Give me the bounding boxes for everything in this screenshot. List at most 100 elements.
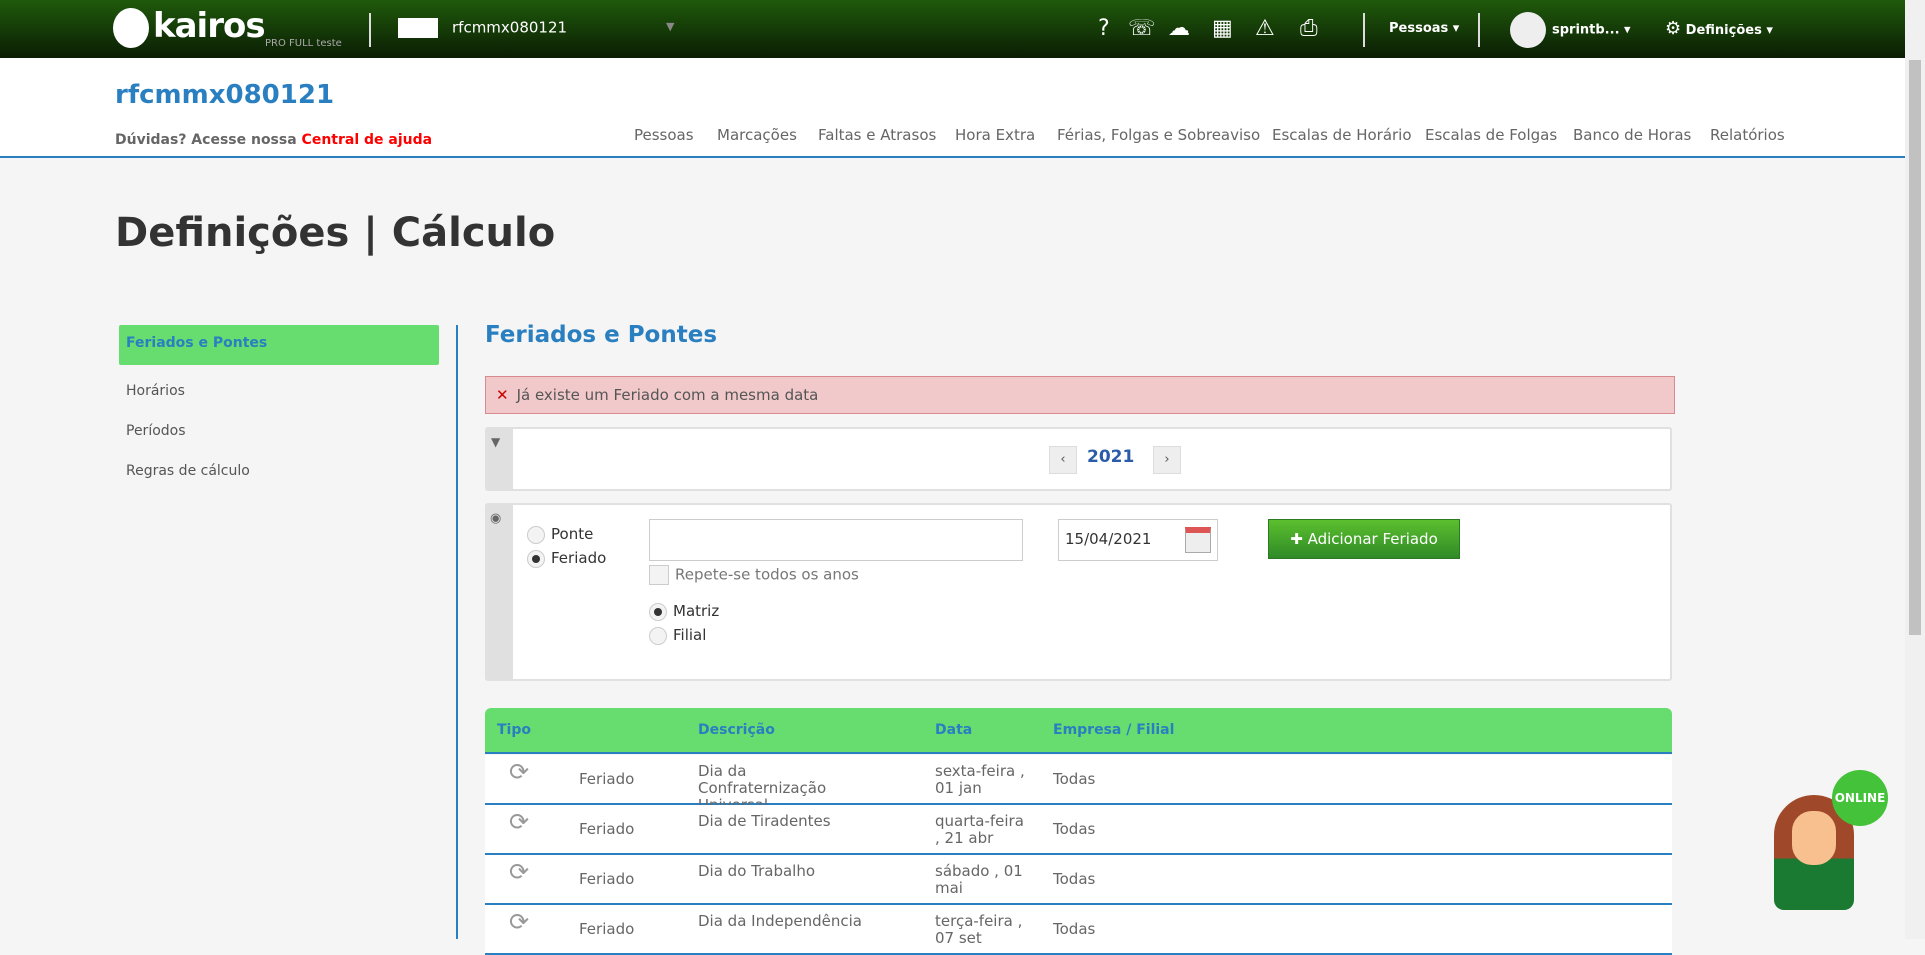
filial-label: Filial: [673, 626, 707, 644]
checkbox[interactable]: [649, 565, 669, 585]
nav-marcacoes[interactable]: Marcações: [717, 126, 797, 144]
radio-ponte-circle[interactable]: [527, 525, 545, 544]
repeat-icon: ⟳: [509, 808, 530, 836]
row-data: terça-feira , 07 set: [935, 912, 1023, 947]
kairos-logo[interactable]: kairos: [113, 6, 266, 48]
date-input[interactable]: 15/04/2021: [1058, 519, 1218, 561]
inbox-icon[interactable]: ⎙: [1300, 17, 1318, 41]
logo-text: kairos: [153, 6, 266, 46]
radio-filial[interactable]: Filial: [649, 626, 706, 645]
error-alert: ✕ Já existe um Feriado com a mesma data: [485, 376, 1675, 414]
table-row[interactable]: ⟳ Feriado Dia da Independência terça-fei…: [485, 905, 1672, 955]
add-holiday-button[interactable]: ✚ Adicionar Feriado: [1268, 519, 1460, 559]
row-empresa: Todas: [1053, 920, 1096, 938]
repeat-icon: ⟳: [509, 758, 530, 786]
expand-icon[interactable]: ◉: [490, 511, 501, 526]
pessoas-label: Pessoas: [1389, 21, 1449, 36]
sidebar-item-horarios[interactable]: Horários: [119, 373, 439, 413]
help-text: Dúvidas? Acesse nossa Central de ajuda: [115, 132, 432, 148]
radio-matriz[interactable]: Matriz: [649, 602, 719, 621]
help-center-link[interactable]: Central de ajuda: [302, 132, 433, 148]
table-row[interactable]: ⟳ Feriado Dia do Trabalho sábado , 01 ma…: [485, 855, 1672, 905]
feriado-label: Feriado: [551, 549, 607, 567]
edition-label: PRO FULL teste: [265, 38, 342, 49]
user-name: sprintb...: [1552, 22, 1620, 38]
user-menu[interactable]: sprintb... ▾: [1510, 12, 1631, 48]
radio-matriz-circle[interactable]: [649, 602, 667, 621]
plus-icon: ✚: [1290, 530, 1303, 548]
radio-filial-circle[interactable]: [649, 626, 667, 645]
error-x-icon[interactable]: ✕: [496, 386, 509, 404]
nav-escalas-folgas[interactable]: Escalas de Folgas: [1425, 126, 1557, 144]
row-descricao: Dia de Tiradentes: [698, 812, 831, 830]
scrollbar[interactable]: [1905, 0, 1925, 939]
nav-relatorios[interactable]: Relatórios: [1710, 126, 1785, 144]
row-data: sexta-feira , 01 jan: [935, 762, 1025, 797]
radio-ponte[interactable]: Ponte: [527, 525, 593, 544]
company-title: rfcmmx080121: [115, 80, 335, 110]
row-data: sábado , 01 mai: [935, 862, 1023, 897]
page-title: Definições | Cálculo: [115, 210, 556, 256]
repeat-icon: ⟳: [509, 858, 530, 886]
nav-hora-extra[interactable]: Hora Extra: [955, 126, 1035, 144]
online-chat-widget[interactable]: ONLINE: [1770, 770, 1890, 915]
date-value: 15/04/2021: [1065, 530, 1152, 548]
radio-feriado[interactable]: Feriado: [527, 549, 606, 568]
next-year-button[interactable]: ›: [1153, 446, 1181, 474]
pessoas-menu[interactable]: Pessoas ▾: [1389, 21, 1459, 36]
gear-icon: ⚙: [1665, 18, 1682, 39]
row-tipo: Feriado: [579, 770, 635, 788]
repeat-checkbox[interactable]: Repete-se todos os anos: [649, 565, 859, 585]
row-descricao: Dia do Trabalho: [698, 862, 816, 880]
nav-faltas[interactable]: Faltas e Atrasos: [818, 126, 936, 144]
row-empresa: Todas: [1053, 870, 1096, 888]
header-data[interactable]: Data: [935, 722, 972, 738]
nav-banco-horas[interactable]: Banco de Horas: [1573, 126, 1691, 144]
sidebar-item-regras[interactable]: Regras de cálculo: [119, 453, 439, 493]
nav-pessoas[interactable]: Pessoas: [634, 126, 694, 144]
company-selector[interactable]: rfcmmx080121 ▼: [398, 18, 678, 38]
repeat-label: Repete-se todos os anos: [675, 565, 859, 584]
sidebar-item-feriados[interactable]: Feriados e Pontes: [119, 325, 439, 365]
error-text: Já existe um Feriado com a mesma data: [516, 386, 819, 404]
row-data: quarta-feira , 21 abr: [935, 812, 1024, 847]
avatar: [1510, 12, 1546, 48]
calculator-icon[interactable]: ▦: [1212, 17, 1233, 41]
section-title: Feriados e Pontes: [485, 322, 718, 348]
ponte-label: Ponte: [551, 525, 594, 543]
row-tipo: Feriado: [579, 920, 635, 938]
company-name: rfcmmx080121: [452, 18, 568, 37]
row-empresa: Todas: [1053, 770, 1096, 788]
vertical-divider: [456, 325, 458, 939]
table-row[interactable]: ⟳ Feriado Dia da Confraternização Univer…: [485, 755, 1672, 814]
header-empresa[interactable]: Empresa / Filial: [1053, 722, 1174, 738]
row-tipo: Feriado: [579, 820, 635, 838]
table-row[interactable]: ⟳ Feriado Dia de Tiradentes quarta-feira…: [485, 805, 1672, 855]
add-holiday-label: Adicionar Feriado: [1307, 530, 1438, 548]
header-tipo[interactable]: Tipo: [497, 722, 531, 738]
filter-icon[interactable]: ▼: [491, 435, 500, 449]
header-descricao[interactable]: Descrição: [698, 722, 775, 738]
chevron-down-icon: ▼: [666, 20, 675, 33]
prev-year-button[interactable]: ‹: [1049, 446, 1077, 474]
calendar-icon[interactable]: [1185, 527, 1211, 553]
year-filter: ▼ ‹ 2021 ›: [485, 427, 1672, 491]
top-bar: kairos PRO FULL teste rfcmmx080121 ▼ ? ☏…: [0, 0, 1905, 58]
year-label: 2021: [1087, 447, 1135, 467]
sidebar-item-periodos[interactable]: Períodos: [119, 413, 439, 453]
building-icon: [398, 18, 438, 38]
description-input[interactable]: [649, 519, 1023, 561]
row-empresa: Todas: [1053, 820, 1096, 838]
row-tipo: Feriado: [579, 870, 635, 888]
chat-support-icon[interactable]: ☏: [1128, 17, 1156, 41]
settings-menu[interactable]: ⚙ Definições ▾: [1665, 18, 1773, 39]
cloud-download-icon[interactable]: ☁: [1168, 17, 1190, 41]
help-prefix: Dúvidas? Acesse nossa: [115, 132, 297, 148]
nav-escalas-horario[interactable]: Escalas de Horário: [1272, 126, 1412, 144]
help-icon[interactable]: ?: [1098, 17, 1110, 41]
nav-ferias[interactable]: Férias, Folgas e Sobreaviso: [1057, 126, 1260, 144]
settings-label: Definições: [1685, 23, 1762, 38]
radio-feriado-circle[interactable]: [527, 549, 545, 568]
repeat-icon: ⟳: [509, 908, 530, 936]
warning-icon[interactable]: ⚠: [1255, 17, 1275, 41]
